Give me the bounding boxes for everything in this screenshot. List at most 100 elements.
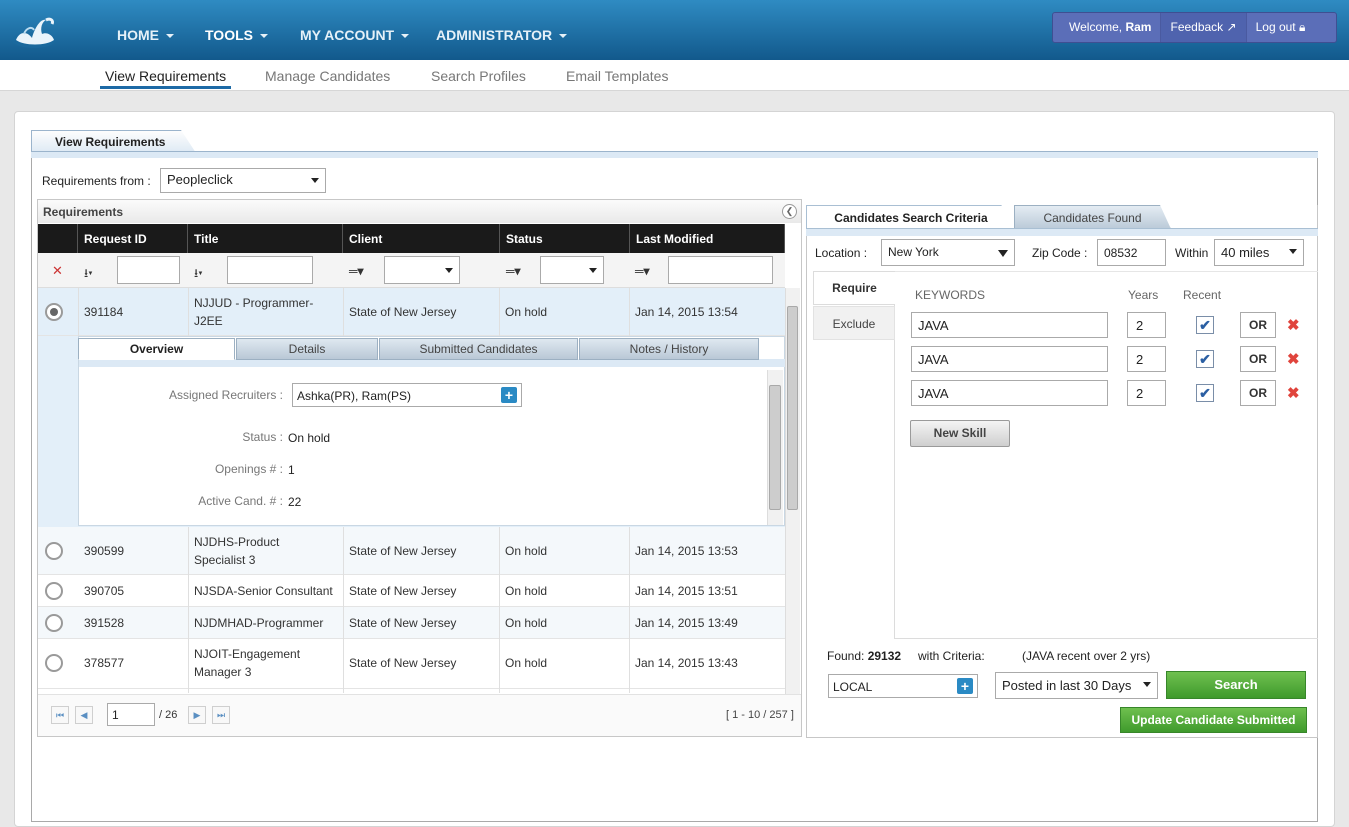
search-button[interactable]: Search [1166,671,1306,699]
table-row[interactable]: 378577 NJOIT-Engagement Manager 3 State … [38,639,785,689]
filter-request-id-input[interactable] [117,256,180,284]
new-skill-button[interactable]: New Skill [910,420,1010,447]
filter-equals-icon[interactable]: ═▾ [349,264,364,278]
prev-page-icon[interactable]: ◀︎ [75,706,93,724]
page-number-input[interactable]: 1 [107,703,155,726]
requirements-from-select[interactable]: Peopleclick [160,168,326,193]
posted-date-select[interactable]: Posted in last 30 Days [995,672,1158,699]
found-summary: Found: 29132 [827,649,902,663]
cell-status: On hold [505,656,548,670]
last-page-icon[interactable]: ⏭︎ [212,706,230,724]
keyword-input[interactable]: JAVA [911,346,1108,372]
swan-logo-icon[interactable] [10,10,58,50]
filter-equals-icon[interactable]: ═▾ [635,264,650,278]
subnav-email-templates[interactable]: Email Templates [566,68,668,84]
or-button[interactable]: OR [1240,346,1276,372]
logout-button[interactable]: Log out 🔒︎ [1247,13,1315,42]
active-candidates-label: Active Cand. # : [198,494,283,508]
first-page-icon[interactable]: ⏮︎ [51,706,69,724]
tab-candidates-search-criteria[interactable]: Candidates Search Criteria [806,205,1016,229]
dropdown-arrow-icon [589,268,597,273]
tab-view-requirements[interactable]: View Requirements [31,130,196,153]
cell-client: State of New Jersey [349,544,457,558]
zip-code-input[interactable]: 08532 [1097,239,1166,266]
detail-scrollbar-thumb[interactable] [769,385,781,510]
recent-checkbox[interactable]: ✔ [1196,384,1214,402]
add-source-icon[interactable]: + [957,678,973,694]
keywords-header: KEYWORDS [915,288,986,302]
grid-scrollbar-thumb[interactable] [787,306,798,510]
or-button[interactable]: OR [1240,312,1276,338]
row-radio[interactable] [45,303,63,321]
years-input[interactable]: 2 [1127,346,1166,372]
filter-contains-icon[interactable]: ⭳▾ [84,264,93,285]
tab-require[interactable]: Require [813,271,895,305]
nav-my-account[interactable]: MY ACCOUNT [300,27,410,43]
filter-modified-input[interactable] [668,256,773,284]
tab-submitted-candidates[interactable]: Submitted Candidates [379,338,578,360]
column-client[interactable]: Client [343,224,500,253]
tab-exclude[interactable]: Exclude [813,306,895,340]
within-select[interactable]: 40 miles [1214,239,1304,266]
next-page-icon[interactable]: ▶︎ [188,706,206,724]
chevron-down-icon [259,34,268,39]
recent-checkbox[interactable]: ✔ [1196,350,1214,368]
location-select[interactable]: New York [881,239,1015,266]
row-radio[interactable] [45,542,63,560]
filter-client-select[interactable] [384,256,460,284]
source-field[interactable]: LOCAL + [828,674,978,698]
row-radio[interactable] [45,654,63,672]
nav-administrator[interactable]: ADMINISTRATOR [436,27,568,43]
tab-notes-history[interactable]: Notes / History [579,338,759,360]
remove-skill-icon[interactable]: ✖ [1287,384,1300,402]
openings-label: Openings # : [214,462,283,476]
column-title[interactable]: Title [188,224,343,253]
or-button[interactable]: OR [1240,380,1276,406]
subnav-manage-candidates[interactable]: Manage Candidates [265,68,390,84]
row-radio[interactable] [45,614,63,632]
column-request-id[interactable]: Request ID [78,224,188,253]
cell-request-id: 390599 [84,544,125,558]
subnav-search-profiles[interactable]: Search Profiles [431,68,526,84]
filter-equals-icon[interactable]: ═▾ [506,264,521,278]
update-candidate-submitted-button[interactable]: Update Candidate Submitted [1120,707,1307,733]
table-row[interactable]: 391528 NJDMHAD-Programmer State of New J… [38,607,785,639]
page-total: / 26 [159,709,178,721]
table-row[interactable]: 390705 NJSDA-Senior Consultant State of … [38,575,785,607]
add-recruiter-icon[interactable]: + [501,387,517,403]
cell-request-id: 390705 [84,584,125,598]
tab-details[interactable]: Details [236,338,378,360]
location-label: Location : [815,246,868,260]
tab-candidates-found[interactable]: Candidates Found [1014,205,1171,229]
clear-filter-icon[interactable]: ✕ [52,263,63,279]
years-input[interactable]: 2 [1127,380,1166,406]
remove-skill-icon[interactable]: ✖ [1287,316,1300,334]
recruiters-label: Assigned Recruiters : [168,388,283,402]
external-link-icon: ↗ [1226,20,1237,34]
dropdown-arrow-icon [1143,682,1151,687]
filter-status-select[interactable] [540,256,604,284]
nav-home[interactable]: HOME [117,27,174,43]
feedback-button[interactable]: Feedback ↗ [1161,13,1247,42]
keyword-input[interactable]: JAVA [911,312,1108,338]
cell-client: State of New Jersey [349,584,457,598]
column-last-modified[interactable]: Last Modified [630,224,785,253]
nav-tools[interactable]: TOOLS [205,27,268,43]
remove-skill-icon[interactable]: ✖ [1287,350,1300,368]
collapse-pane-icon[interactable]: ❮ [782,204,797,219]
keyword-input[interactable]: JAVA [911,380,1108,406]
requirements-title: Requirements [38,200,801,223]
row-radio[interactable] [45,582,63,600]
cell-status: On hold [505,616,548,630]
recent-checkbox[interactable]: ✔ [1196,316,1214,334]
filter-contains-icon[interactable]: ⭳▾ [194,264,203,285]
years-input[interactable]: 2 [1127,312,1166,338]
assigned-recruiters-field[interactable]: Ashka(PR), Ram(PS) + [292,383,522,407]
table-row[interactable]: 390599 NJDHS-Product Specialist 3 State … [38,527,785,575]
column-status[interactable]: Status [500,224,630,253]
table-row[interactable]: 391184 NJJUD - Programmer-J2EE State of … [38,288,785,336]
tab-overview[interactable]: Overview [78,338,235,360]
filter-title-input[interactable] [227,256,313,284]
subnav-view-requirements[interactable]: View Requirements [105,68,226,84]
column-divider [343,288,344,336]
